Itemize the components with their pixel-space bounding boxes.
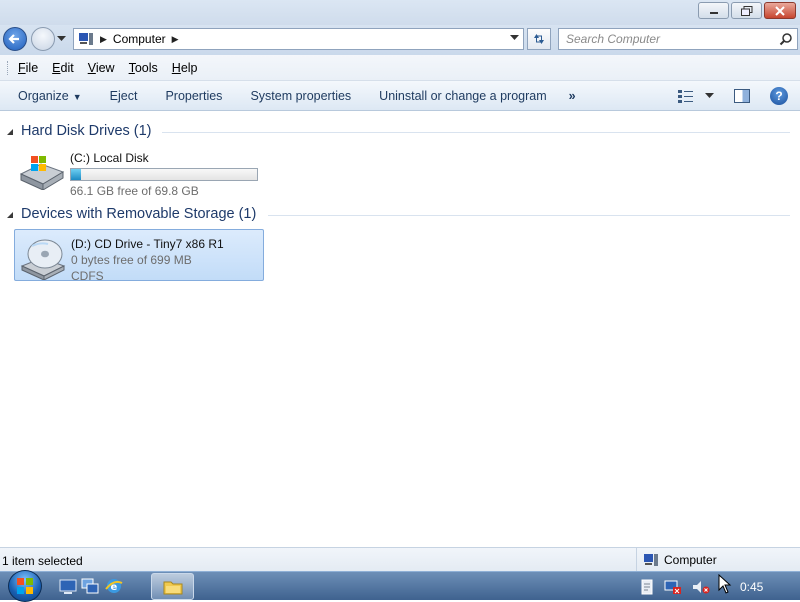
breadcrumb-separator-icon[interactable]: ▶ bbox=[172, 34, 179, 45]
drive-usage-fill bbox=[71, 169, 81, 180]
start-button[interactable] bbox=[8, 570, 42, 602]
search-icon[interactable] bbox=[779, 32, 793, 46]
network-disconnected-icon[interactable] bbox=[664, 579, 682, 595]
drive-item-c[interactable]: (C:) Local Disk 66.1 GB free of 69.8 GB bbox=[14, 144, 264, 198]
recent-pages-dropdown[interactable] bbox=[57, 36, 66, 42]
group-title: Devices with Removable Storage (1) bbox=[21, 206, 257, 222]
help-button[interactable]: ? bbox=[770, 87, 788, 105]
organize-button[interactable]: Organize ▼ bbox=[0, 89, 94, 103]
drive-item-d[interactable]: (D:) CD Drive - Tiny7 x86 R1 0 bytes fre… bbox=[14, 229, 264, 283]
menu-edit-label: dit bbox=[60, 60, 74, 75]
hard-drive-icon bbox=[19, 156, 65, 190]
close-button[interactable] bbox=[764, 2, 796, 19]
chevron-down-icon bbox=[705, 93, 714, 98]
back-arrow-icon bbox=[8, 34, 19, 44]
menu-help-accel: H bbox=[171, 60, 181, 75]
eject-button[interactable]: Eject bbox=[98, 89, 150, 103]
menu-file-accel: F bbox=[18, 60, 26, 75]
status-bar: 1 item selected Computer bbox=[0, 547, 800, 571]
breadcrumb-separator-icon[interactable]: ▶ bbox=[100, 34, 107, 45]
menu-view-label: iew bbox=[95, 60, 115, 75]
internet-explorer-icon[interactable]: e bbox=[105, 577, 123, 595]
chevron-down-icon: ▼ bbox=[72, 91, 82, 102]
drive-filesystem: CDFS bbox=[71, 269, 104, 283]
address-bar[interactable]: ▶ Computer ▶ bbox=[73, 28, 524, 50]
volume-muted-icon[interactable] bbox=[692, 579, 710, 595]
drive-usage-bar bbox=[70, 168, 258, 181]
address-dropdown-icon[interactable] bbox=[510, 35, 519, 41]
status-location-label: Computer bbox=[664, 552, 717, 567]
search-box[interactable]: Search Computer bbox=[558, 28, 798, 50]
refresh-button[interactable] bbox=[527, 28, 551, 50]
drive-name: (D:) CD Drive - Tiny7 x86 R1 bbox=[71, 237, 224, 251]
drive-free-space: 0 bytes free of 699 MB bbox=[71, 253, 192, 267]
refresh-icon bbox=[534, 34, 544, 44]
mouse-cursor-icon bbox=[718, 574, 732, 594]
back-button[interactable] bbox=[3, 27, 27, 51]
organize-label: Organize bbox=[18, 88, 69, 103]
breadcrumb-computer[interactable]: Computer bbox=[113, 32, 166, 46]
menu-edit-accel: E bbox=[52, 60, 61, 75]
show-desktop-icon[interactable] bbox=[59, 577, 77, 595]
drive-free-space: 66.1 GB free of 69.8 GB bbox=[70, 184, 199, 198]
properties-button[interactable]: Properties bbox=[153, 89, 234, 103]
menu-tools-label: ools bbox=[134, 60, 158, 75]
computer-icon bbox=[644, 553, 658, 566]
title-bar[interactable] bbox=[0, 0, 800, 25]
restore-icon bbox=[740, 5, 752, 16]
restore-button[interactable] bbox=[731, 2, 762, 19]
menu-tools[interactable]: Tools bbox=[129, 61, 158, 75]
taskbar-clock[interactable]: 0:45 bbox=[740, 580, 763, 594]
address-row: ▶ Computer ▶ Search Computer bbox=[0, 25, 800, 55]
explorer-taskbar-button[interactable] bbox=[151, 573, 194, 600]
selection-count: 1 item selected bbox=[2, 554, 83, 568]
menu-help-label: elp bbox=[180, 60, 198, 75]
group-header-removable[interactable]: Devices with Removable Storage (1) bbox=[0, 205, 800, 225]
command-bar: Organize ▼ Eject Properties System proper… bbox=[0, 81, 800, 111]
minimize-button[interactable] bbox=[698, 2, 729, 19]
menu-file[interactable]: File bbox=[18, 61, 38, 75]
windows-logo-icon bbox=[17, 578, 33, 594]
minimize-icon bbox=[709, 11, 718, 14]
status-location: Computer bbox=[636, 548, 717, 571]
change-view-button[interactable] bbox=[677, 89, 714, 103]
group-header-hard-disks[interactable]: Hard Disk Drives (1) bbox=[0, 122, 800, 142]
forward-button[interactable] bbox=[31, 27, 55, 51]
group-title: Hard Disk Drives (1) bbox=[21, 123, 152, 139]
group-divider bbox=[162, 132, 790, 133]
menu-file-label: ile bbox=[25, 60, 39, 75]
more-commands-button[interactable]: » bbox=[559, 89, 586, 103]
cd-drive-icon bbox=[20, 239, 66, 280]
menu-view[interactable]: View bbox=[88, 61, 115, 75]
taskbar: e 0:45 bbox=[0, 570, 800, 602]
svg-text:e: e bbox=[111, 582, 118, 593]
menu-grip bbox=[7, 60, 10, 75]
computer-icon bbox=[79, 33, 93, 45]
uninstall-program-button[interactable]: Uninstall or change a program bbox=[367, 89, 558, 103]
notification-area bbox=[640, 572, 720, 601]
close-icon bbox=[775, 5, 785, 16]
view-options-icon bbox=[678, 90, 693, 103]
menu-view-accel: V bbox=[87, 60, 96, 75]
group-divider bbox=[268, 215, 790, 216]
menu-help[interactable]: Help bbox=[172, 61, 198, 75]
menu-bar: File Edit View Tools Help bbox=[0, 55, 800, 81]
system-properties-button[interactable]: System properties bbox=[238, 89, 363, 103]
folder-icon bbox=[163, 581, 182, 594]
action-center-icon[interactable] bbox=[640, 579, 654, 595]
menu-edit[interactable]: Edit bbox=[52, 61, 74, 75]
preview-pane-button[interactable] bbox=[734, 89, 750, 103]
drive-name: (C:) Local Disk bbox=[70, 151, 149, 165]
switch-windows-icon[interactable] bbox=[81, 577, 99, 595]
collapse-triangle-icon[interactable] bbox=[7, 212, 13, 218]
search-placeholder: Search Computer bbox=[566, 32, 661, 46]
collapse-triangle-icon[interactable] bbox=[7, 129, 13, 135]
file-list[interactable]: Hard Disk Drives (1) (C:) Local Disk 66.… bbox=[0, 112, 800, 547]
explorer-window: ▶ Computer ▶ Search Computer File Edit V… bbox=[0, 0, 800, 571]
